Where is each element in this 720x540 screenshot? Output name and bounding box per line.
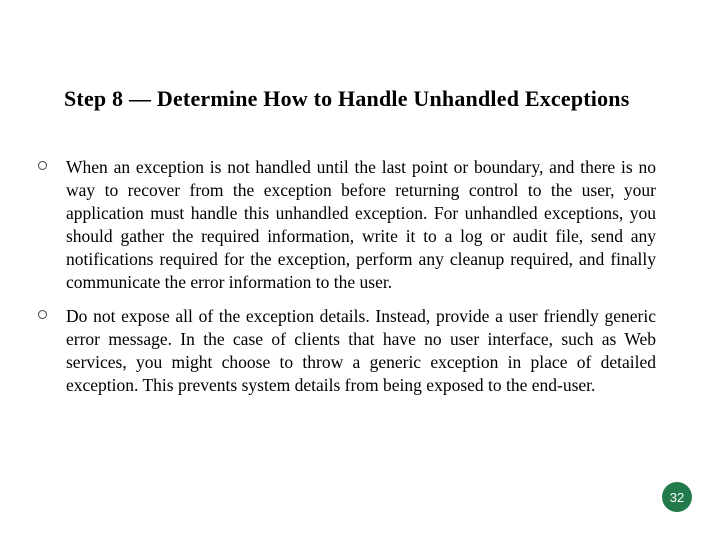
slide-content: When an exception is not handled until t… [34, 156, 656, 407]
slide-title: Step 8 — Determine How to Handle Unhandl… [64, 86, 656, 112]
page-number: 32 [670, 490, 684, 505]
bullet-text: Do not expose all of the exception detai… [66, 306, 656, 395]
slide: Step 8 — Determine How to Handle Unhandl… [0, 0, 720, 540]
bullet-list: When an exception is not handled until t… [34, 156, 656, 397]
list-item: Do not expose all of the exception detai… [34, 305, 656, 397]
bullet-text: When an exception is not handled until t… [66, 157, 656, 292]
page-number-badge: 32 [662, 482, 692, 512]
list-item: When an exception is not handled until t… [34, 156, 656, 295]
